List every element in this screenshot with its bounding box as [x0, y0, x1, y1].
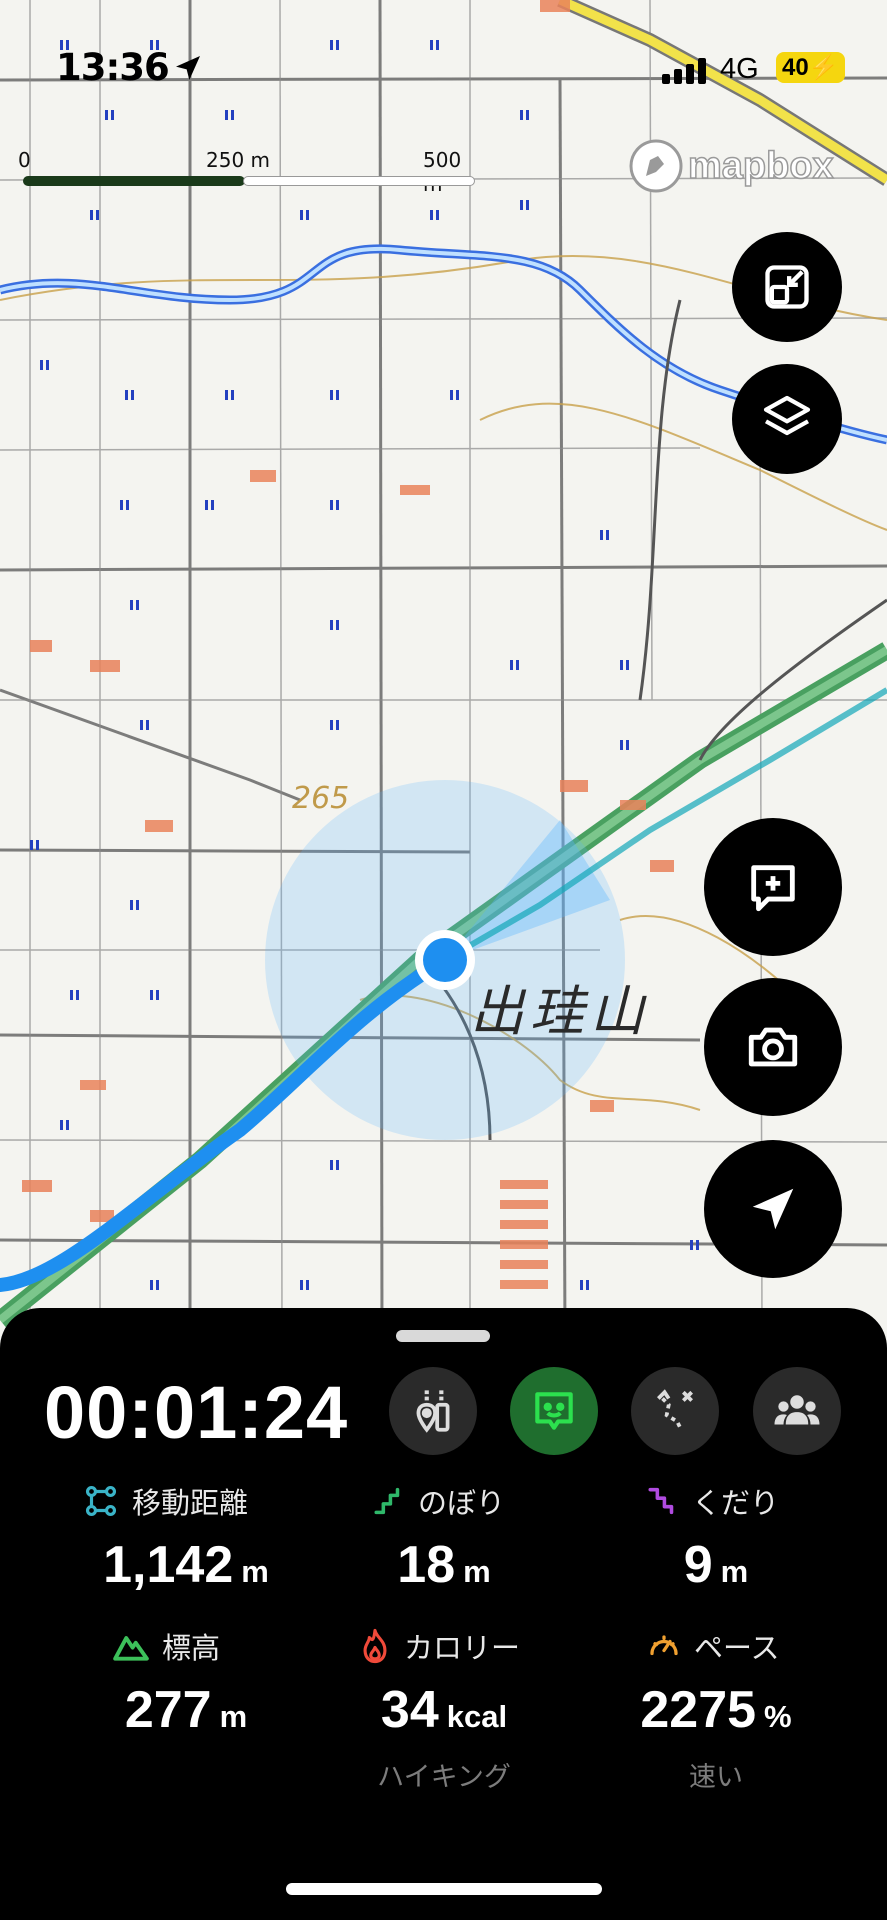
mapbox-wordmark: mapbox [687, 144, 834, 188]
activity-type[interactable]: ハイキング [296, 1755, 592, 1794]
collapse-icon [765, 265, 809, 309]
stat-elevation-text: 標高 [162, 1631, 221, 1665]
flame-icon [363, 1628, 387, 1664]
status-face-icon [535, 1392, 573, 1430]
battery-indicator: 40⚡ [776, 52, 845, 83]
stat-pace-label: ペース [646, 1625, 780, 1667]
elevation-unit: m [219, 1699, 248, 1734]
stat-pace-value: 2275% [568, 1680, 864, 1740]
navigation-arrow-icon [752, 1188, 794, 1230]
scale-bar-light [243, 176, 475, 186]
charging-icon: ⚡ [808, 54, 839, 81]
mapbox-mark-icon [629, 139, 683, 193]
descent-number: 9 [683, 1536, 713, 1594]
status-time: 13:36 [56, 46, 170, 89]
stat-descent-text: くだり [692, 1486, 780, 1520]
recenter-location-button[interactable] [704, 1140, 842, 1278]
add-note-button[interactable] [704, 818, 842, 956]
network-type: 4G [720, 53, 759, 85]
stat-descent-label: くだり [646, 1480, 779, 1522]
mapbox-logo: mapbox [628, 138, 834, 194]
stat-descent-value: 9m [568, 1535, 864, 1595]
map-scale: 0 250 m 500 m [18, 148, 478, 196]
camera-icon [748, 1027, 798, 1067]
stat-distance-text: 移動距離 [132, 1486, 249, 1520]
stat-ascent-text: のぼり [418, 1486, 506, 1520]
stat-ascent-value: 18 m [296, 1535, 592, 1595]
route-edit-button[interactable] [631, 1367, 719, 1455]
distance-icon [85, 1485, 117, 1517]
stat-calorie-value: 34 kcal [296, 1680, 592, 1740]
pace-rating: 速い [689, 1762, 743, 1793]
route-elevation-icon [416, 1390, 450, 1433]
add-note-icon [751, 865, 795, 912]
distance-number: 1,142 [103, 1536, 234, 1594]
route-elevation-button[interactable] [389, 1367, 477, 1455]
stat-elevation-label: 標高 [112, 1625, 220, 1667]
topographic-map[interactable]: 265 出珪山 [0, 0, 887, 1340]
layers-icon [763, 395, 811, 436]
stat-elevation-value: 277 m [38, 1680, 334, 1740]
battery-level: 40 [782, 54, 809, 81]
map-layers-button[interactable] [732, 364, 842, 474]
location-arrow-icon [176, 56, 200, 80]
route-edit-icon [657, 1389, 693, 1431]
ascent-icon [374, 1487, 400, 1515]
signal-icon [662, 58, 706, 84]
map-place-name: 出珪山 [470, 980, 650, 1043]
status-face-button[interactable] [510, 1367, 598, 1455]
stat-distance-label: 移動距離 [82, 1480, 248, 1522]
mountain-icon [113, 1636, 149, 1661]
stat-calorie-label: カロリー [358, 1625, 520, 1667]
stat-pace-text: ペース [694, 1631, 780, 1665]
gauge-icon [650, 1635, 678, 1656]
stat-ascent-label: のぼり [372, 1480, 505, 1522]
calorie-unit: kcal [446, 1699, 508, 1734]
sheet-grabber[interactable] [396, 1330, 490, 1342]
scale-label-500: 500 m [423, 148, 462, 196]
stat-calorie-text: カロリー [404, 1631, 521, 1665]
camera-button[interactable] [704, 978, 842, 1116]
scale-label-0: 0 [18, 148, 31, 172]
status-bar: 13:36 4G 40⚡ [0, 0, 887, 140]
pace-number: 2275 [640, 1681, 757, 1739]
scale-bar-dark [23, 176, 245, 186]
pace-unit: % [764, 1699, 792, 1734]
group-icon [774, 1395, 820, 1425]
elevation-number: 277 [124, 1681, 212, 1739]
fullscreen-exit-button[interactable] [732, 232, 842, 342]
map-elevation-label: 265 [292, 781, 349, 816]
elapsed-timer: 00:01:24 [44, 1371, 349, 1454]
calorie-number: 34 [380, 1681, 439, 1739]
group-button[interactable] [753, 1367, 841, 1455]
scale-label-250: 250 m [206, 148, 271, 172]
descent-icon [648, 1487, 674, 1515]
descent-unit: m [720, 1554, 749, 1589]
ascent-unit: m [463, 1554, 491, 1589]
ascent-number: 18 [397, 1536, 456, 1594]
home-indicator[interactable] [286, 1883, 602, 1895]
stat-distance-value: 1,142 m [38, 1535, 334, 1595]
distance-unit: m [241, 1554, 269, 1589]
